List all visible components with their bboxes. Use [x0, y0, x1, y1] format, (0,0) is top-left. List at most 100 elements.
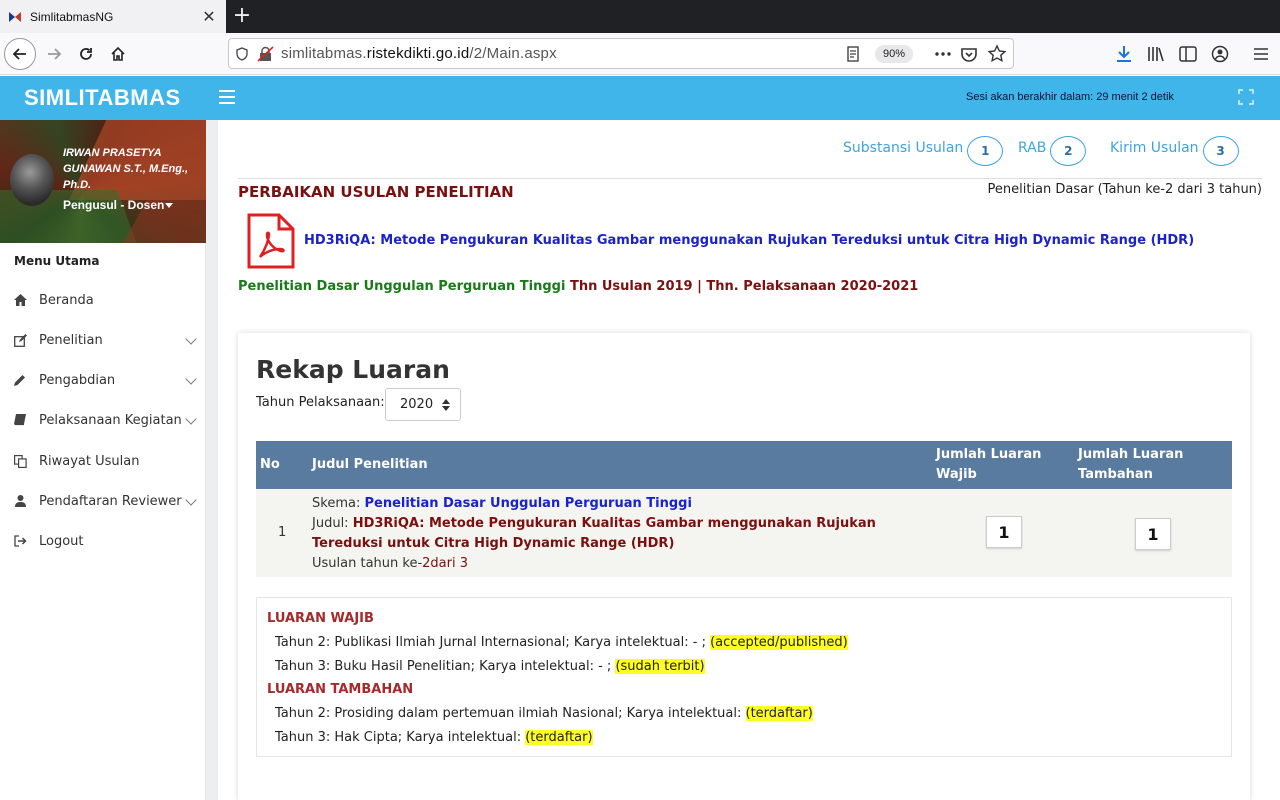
close-tab-icon[interactable]: ✕ — [200, 7, 218, 26]
more-actions-icon[interactable] — [933, 44, 953, 64]
new-tab-icon[interactable]: + — [230, 4, 254, 28]
chevron-down-icon — [185, 333, 197, 345]
sidebar-item-penelitian[interactable]: Penelitian — [0, 322, 206, 358]
sidebar-item-riwayat-usulan[interactable]: Riwayat Usulan — [0, 443, 206, 479]
luaran-detail-box: LUARAN WAJIB Tahun 2: Publikasi Ilmiah J… — [256, 597, 1232, 757]
menu-toggle-icon[interactable] — [219, 90, 235, 104]
luaran-tambahan-item: Tahun 2: Prosiding dalam pertemuan ilmia… — [275, 706, 813, 721]
step-rab[interactable]: RAB 2 — [1018, 130, 1087, 166]
shield-icon[interactable] — [235, 46, 249, 61]
downloads-icon[interactable] — [1113, 43, 1135, 65]
sidebar-item-pelaksanaan-kegiatan[interactable]: Pelaksanaan Kegiatan — [0, 402, 206, 438]
meta-years: Thn Usulan 2019 | Thn. Pelaksanaan 2020-… — [565, 279, 919, 294]
reload-button[interactable] — [70, 38, 102, 70]
luaran-wajib-item: Tahun 2: Publikasi Ilmiah Jurnal Interna… — [275, 635, 848, 650]
chevron-down-icon — [185, 494, 197, 506]
reader-view-icon[interactable] — [843, 44, 863, 64]
page-title: PERBAIKAN USULAN PENELITIAN — [238, 183, 514, 201]
content-card: Substansi Usulan 1 RAB 2 Kirim Usulan 3 … — [218, 120, 1280, 800]
arrow-left-icon — [12, 48, 26, 60]
chevron-down-icon — [185, 373, 197, 385]
user-role-dropdown[interactable]: Pengusul - Dosen — [63, 198, 164, 212]
sidebar-item-label: Pendaftaran Reviewer — [39, 493, 182, 509]
edit-icon — [13, 333, 27, 347]
skema-link[interactable]: Penelitian Dasar Unggulan Perguruan Ting… — [364, 496, 691, 511]
skema-label: Skema: — [312, 496, 365, 511]
row-no: 1 — [278, 525, 287, 540]
account-icon[interactable] — [1209, 43, 1231, 65]
sidebar: IRWAN PRASETYA GUNAWAN S.T., M.Eng., Ph.… — [0, 120, 206, 800]
judul-value: HD3RiQA: Metode Pengukuran Kualitas Gamb… — [312, 516, 876, 551]
reload-icon — [80, 48, 92, 60]
sign-out-icon — [13, 534, 27, 548]
step-number: 3 — [1202, 136, 1239, 166]
zoom-level-badge[interactable]: 90% — [874, 45, 913, 63]
col-luaran-wajib: Jumlah Luaran Wajib — [936, 447, 1042, 482]
sidebar-item-label: Riwayat Usulan — [39, 453, 140, 469]
status-badge: (sudah terbit) — [615, 659, 705, 674]
url-text: simlitabmas.ristekdikti.go.id/2/Main.asp… — [281, 45, 557, 62]
sidebar-item-pengabdian[interactable]: Pengabdian — [0, 362, 206, 398]
address-bar[interactable]: simlitabmas.ristekdikti.go.id/2/Main.asp… — [228, 38, 1014, 69]
step-kirim-usulan[interactable]: Kirim Usulan 3 — [1110, 130, 1239, 166]
caret-down-icon[interactable] — [165, 203, 173, 208]
copy-icon — [13, 454, 27, 468]
back-button[interactable] — [4, 38, 36, 70]
year-select-value: 2020 — [400, 397, 434, 412]
user-name: IRWAN PRASETYA GUNAWAN S.T., M.Eng., Ph.… — [63, 147, 189, 191]
home-button[interactable] — [102, 38, 134, 70]
step-number: 2 — [1050, 136, 1087, 166]
sidebar-item-logout[interactable]: Logout — [0, 523, 206, 559]
proposal-title-link[interactable]: HD3RiQA: Metode Pengukuran Kualitas Gamb… — [304, 233, 1194, 248]
sidebar-toggle-icon[interactable] — [1177, 43, 1199, 65]
luaran-tambahan-count[interactable]: 1 — [1135, 518, 1171, 550]
row-detail: Skema: Penelitian Dasar Unggulan Perguru… — [312, 494, 912, 574]
session-timer: Sesi akan berakhir dalam: 29 menit 2 det… — [966, 91, 1174, 103]
sidebar-item-beranda[interactable]: Beranda — [0, 282, 206, 318]
menu-heading: Menu Utama — [14, 254, 100, 268]
site-favicon-icon — [9, 11, 21, 22]
hamburger-menu-icon[interactable] — [1250, 43, 1272, 65]
avatar — [10, 154, 54, 206]
year-select[interactable]: 2020 — [385, 388, 461, 421]
library-icon[interactable] — [1145, 43, 1167, 65]
meta-scheme: Penelitian Dasar Unggulan Perguruan Ting… — [238, 279, 566, 294]
luaran-tambahan-heading: LUARAN TAMBAHAN — [267, 682, 414, 697]
luaran-wajib-heading: LUARAN WAJIB — [267, 611, 374, 626]
main-content: Substansi Usulan 1 RAB 2 Kirim Usulan 3 … — [206, 120, 1280, 800]
sidebar-item-pendaftaran-reviewer[interactable]: Pendaftaran Reviewer — [0, 483, 206, 519]
rekap-title: Rekap Luaran — [256, 355, 450, 384]
usulan-value: 2dari 3 — [422, 556, 469, 571]
sidebar-item-label: Pengabdian — [39, 372, 116, 388]
sidebar-item-label: Pelaksanaan Kegiatan — [39, 412, 182, 428]
browser-tab-bar: SimlitabmasNG ✕ + — [0, 0, 1280, 33]
brand-logo-text[interactable]: SIMLITABMAS — [24, 85, 181, 111]
year-label: Tahun Pelaksanaan: — [256, 395, 385, 410]
pdf-file-icon[interactable] — [246, 213, 296, 269]
status-badge: (terdaftar) — [525, 730, 593, 745]
book-icon — [13, 413, 27, 427]
fullscreen-icon[interactable] — [1238, 89, 1254, 105]
step-substansi-usulan[interactable]: Substansi Usulan 1 — [843, 130, 1004, 166]
sidebar-item-label: Logout — [39, 533, 84, 549]
pocket-icon[interactable] — [959, 44, 979, 64]
browser-tab[interactable]: SimlitabmasNG ✕ — [0, 0, 226, 33]
bookmark-star-icon[interactable] — [987, 44, 1007, 64]
luaran-wajib-item: Tahun 3: Buku Hasil Penelitian; Karya in… — [275, 659, 705, 674]
select-caret-icon — [442, 399, 450, 411]
insecure-lock-icon[interactable] — [257, 45, 275, 62]
table-row: 1 Skema: Penelitian Dasar Unggulan Pergu… — [256, 489, 1232, 577]
luaran-wajib-count[interactable]: 1 — [986, 516, 1022, 548]
step-label: Kirim Usulan — [1110, 140, 1199, 156]
proposal-meta: Penelitian Dasar Unggulan Perguruan Ting… — [238, 279, 918, 294]
col-no: No — [260, 457, 280, 472]
judul-label: Judul: — [312, 516, 353, 531]
user-profile-panel: IRWAN PRASETYA GUNAWAN S.T., M.Eng., Ph.… — [0, 120, 206, 243]
browser-toolbar: simlitabmas.ristekdikti.go.id/2/Main.asp… — [0, 33, 1280, 75]
home-icon — [111, 46, 125, 61]
status-badge: (accepted/published) — [710, 635, 848, 650]
pencil-icon — [13, 373, 27, 387]
forward-button[interactable] — [38, 38, 70, 70]
status-badge: (terdaftar) — [745, 706, 813, 721]
step-label: Substansi Usulan — [843, 140, 964, 156]
